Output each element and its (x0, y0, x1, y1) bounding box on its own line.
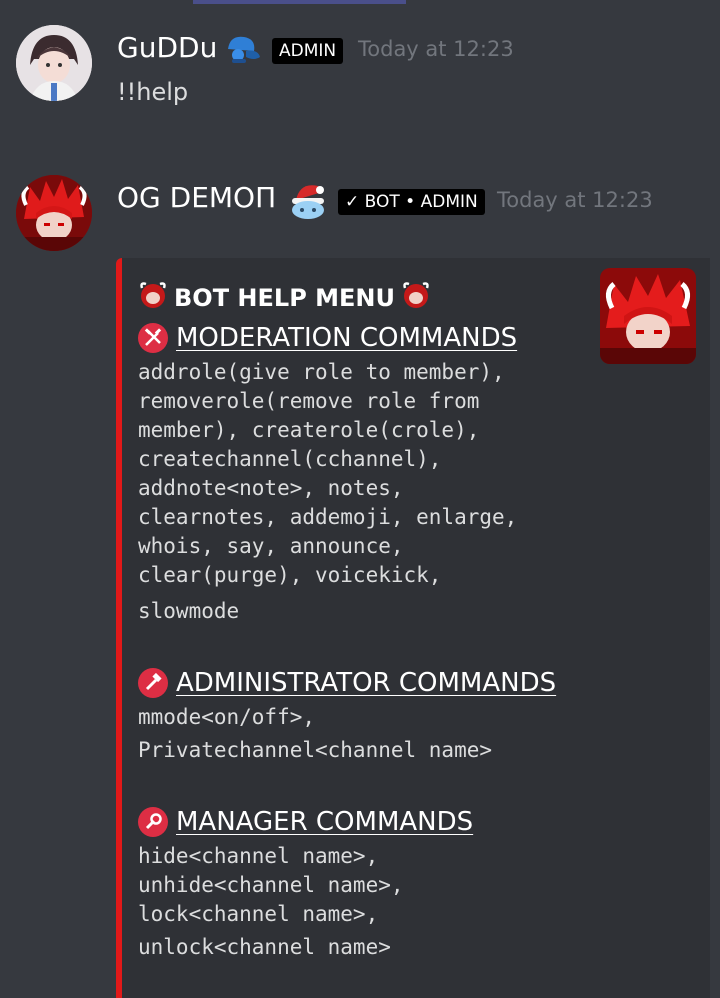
avatar[interactable] (16, 175, 92, 251)
timestamp[interactable]: Today at 12:23 (358, 37, 514, 61)
command-line: removerole(remove role from (138, 389, 480, 413)
demon-emoji-icon (138, 280, 168, 316)
message-text: !!help (117, 78, 189, 106)
section-heading-manager: MANAGER COMMANDS (138, 807, 473, 837)
timestamp[interactable]: Today at 12:23 (497, 188, 653, 212)
command-line: unhide<channel name>, (138, 873, 404, 897)
command-line: unlock<channel name> (138, 935, 391, 959)
command-line: clear(purge), voicekick, (138, 563, 442, 587)
command-line: addnote<note>, notes, (138, 476, 404, 500)
command-line: addrole(give role to member), (138, 360, 505, 384)
section-heading-administrator: ADMINISTRATOR COMMANDS (138, 668, 556, 698)
command-line: whois, say, announce, (138, 534, 404, 558)
username-og-demon[interactable]: OG DEMOП (117, 181, 276, 214)
command-line: Privatechannel<channel name> (138, 738, 493, 762)
embed-title: BOT HELP MENU (138, 280, 431, 316)
avatar[interactable] (16, 25, 92, 101)
hammer-pick-icon (138, 323, 168, 353)
embed-thumbnail[interactable] (600, 268, 696, 364)
section-heading-text: MANAGER COMMANDS (176, 807, 474, 837)
command-line: member), createrole(crole), (138, 418, 480, 442)
top-scroll-indicator (193, 0, 406, 4)
command-line: mmode<on/off>, (138, 705, 316, 729)
bot-admin-badge: ✓ BOT • ADMIN (338, 189, 485, 215)
command-line: hide<channel name>, (138, 844, 379, 868)
command-line: slowmode (138, 599, 240, 623)
demon-emoji-icon (401, 280, 431, 316)
command-line: lock<channel name>, (138, 902, 379, 926)
role-badge: ADMIN (272, 38, 344, 64)
username-guddu[interactable]: GuDDu (117, 31, 217, 64)
command-line: clearnotes, addemoji, enlarge, (138, 505, 518, 529)
wrench-icon (138, 807, 168, 837)
section-heading-text: ADMINISTRATOR COMMANDS (176, 668, 557, 698)
command-line: createchannel(cchannel), (138, 447, 442, 471)
hammer-icon (138, 668, 168, 698)
blue-cap-emoji (224, 33, 262, 69)
section-heading-moderation: MODERATION COMMANDS (138, 323, 517, 353)
embed-title-text: BOT HELP MENU (174, 284, 395, 312)
section-heading-text: MODERATION COMMANDS (176, 323, 518, 353)
santa-hat-emoji (288, 180, 328, 224)
